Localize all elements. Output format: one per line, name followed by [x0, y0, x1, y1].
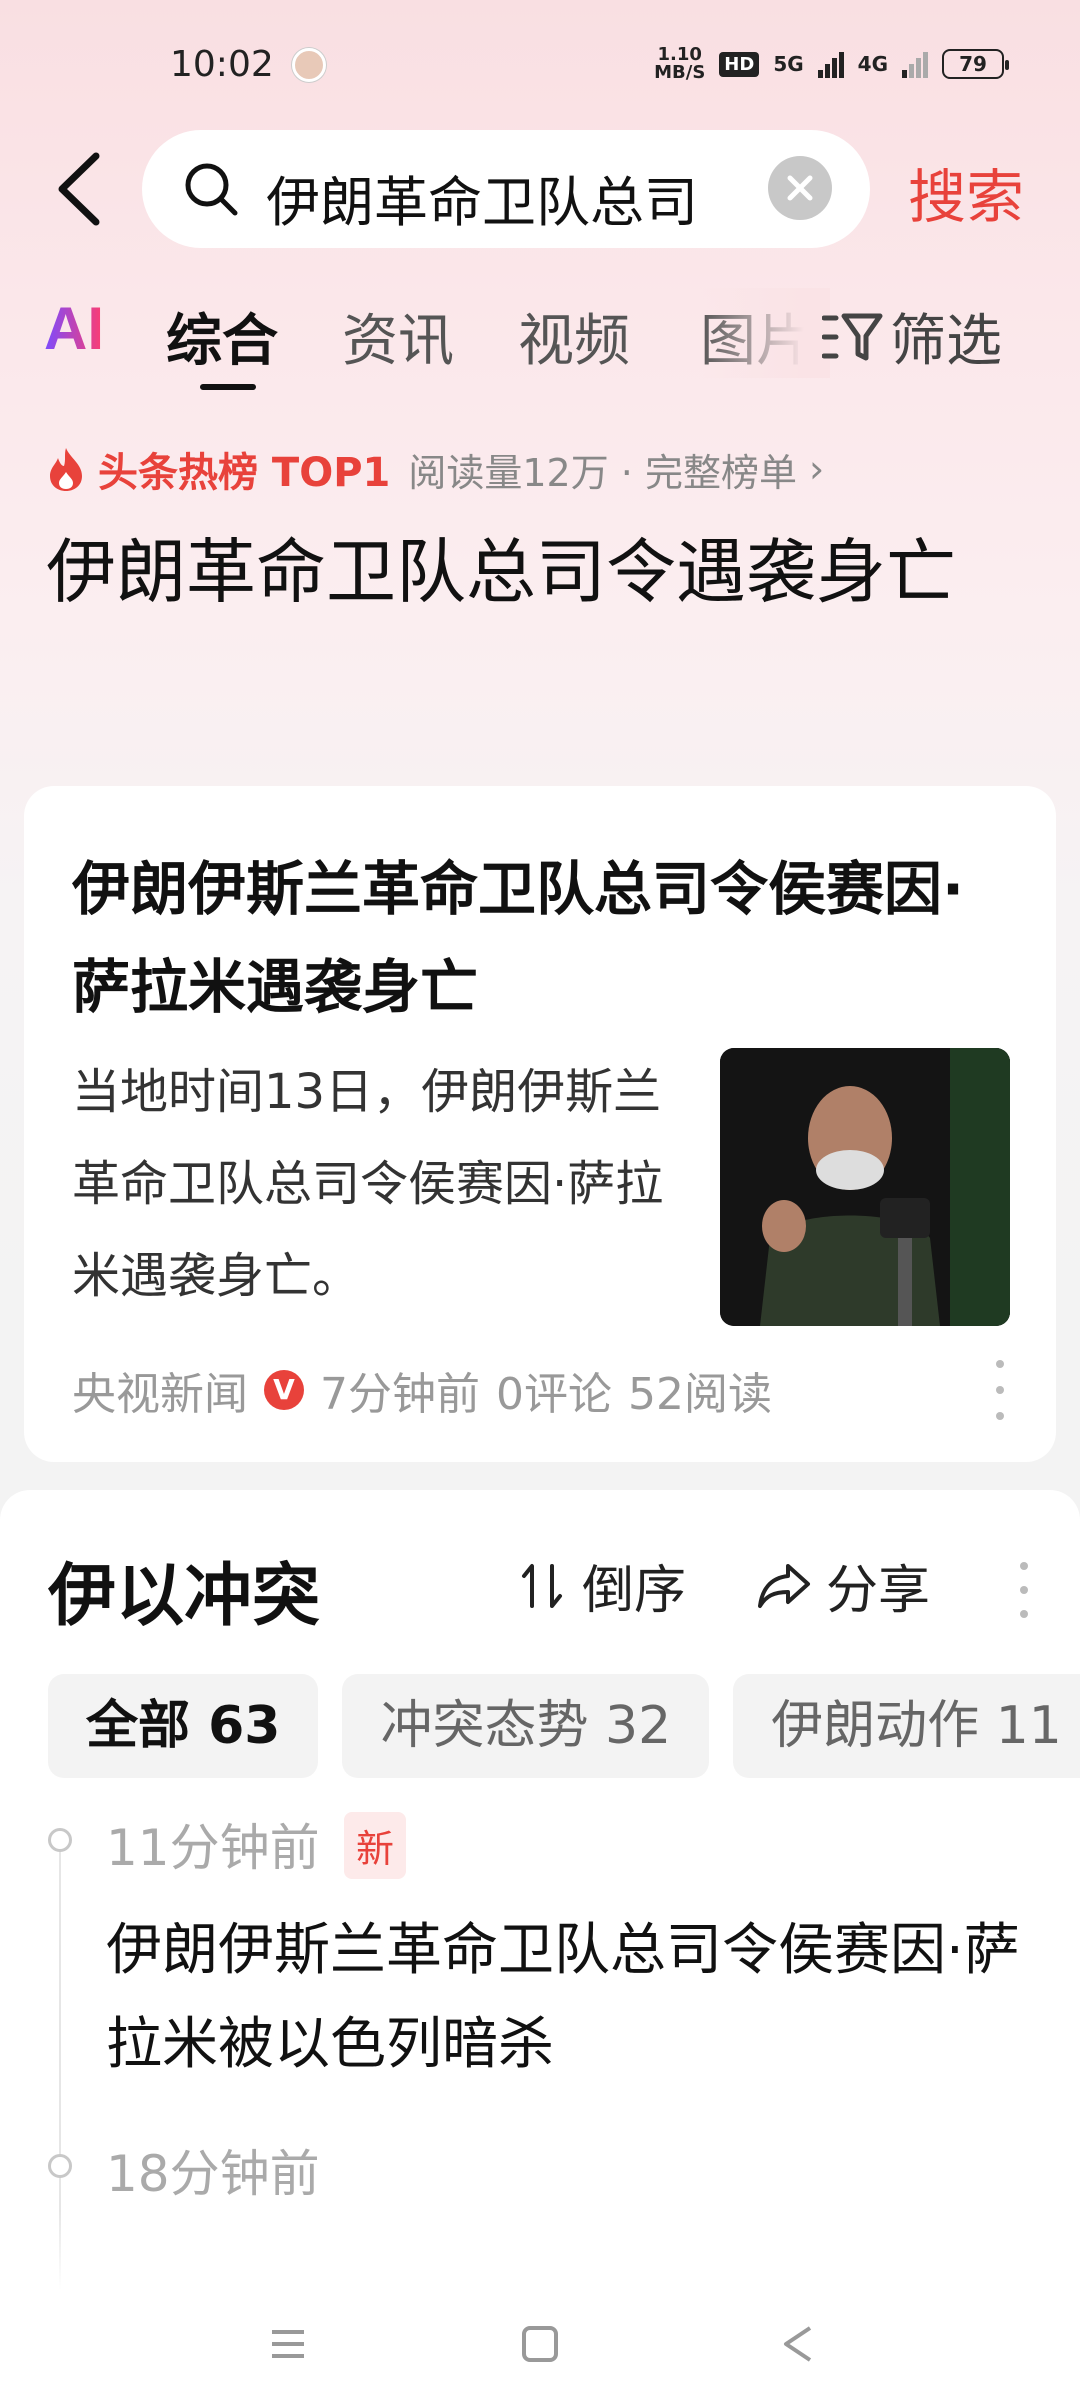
chip-iran-actions[interactable]: 伊朗动作 11: [733, 1674, 1080, 1778]
system-nav-bar: [0, 2290, 1080, 2400]
share-label: 分享: [826, 1561, 931, 1621]
signal-bars-icon: [817, 50, 844, 78]
timeline-time: 18分钟前: [106, 2145, 320, 2203]
hot-list-banner[interactable]: 头条热榜 TOP1 阅读量12万 · 完整榜单 ›: [46, 440, 824, 498]
hot-topic-title[interactable]: 伊朗革命卫队总司令遇袭身亡: [46, 520, 1026, 624]
home-icon: [522, 2326, 558, 2362]
news-reads: 52阅读: [628, 1369, 772, 1420]
sort-icon: [522, 1563, 562, 1608]
sort-button[interactable]: 倒序: [516, 1548, 686, 1623]
tab-video[interactable]: 视频: [518, 296, 630, 377]
news-thumbnail-image[interactable]: [720, 1048, 1010, 1326]
search-tabs: AI 综合 资讯 视频 图片 筛选: [0, 288, 1080, 398]
back-triangle-icon: [784, 2326, 812, 2362]
flame-icon: [50, 448, 82, 491]
filter-button[interactable]: 筛选: [822, 296, 1002, 377]
sort-label: 倒序: [582, 1561, 687, 1621]
status-indicators: 1.10 MB/S HD 5G 4G 79: [654, 44, 1009, 83]
network-speed: 1.10 MB/S: [654, 44, 706, 83]
chip-all[interactable]: 全部 63: [48, 1674, 319, 1778]
chip-conflict-situation[interactable]: 冲突态势 32: [342, 1674, 710, 1778]
scroll-fade: [0, 2210, 1080, 2290]
news-card[interactable]: 伊朗伊斯兰革命卫队总司令侯赛因·萨拉米遇袭身亡 当地时间13日，伊朗伊斯兰革命卫…: [24, 786, 1056, 1462]
topic-more-icon[interactable]: [1014, 1562, 1034, 1618]
signal-bars-icon: [902, 50, 928, 78]
active-tab-indicator: [200, 384, 256, 390]
hd-icon: HD: [719, 51, 760, 77]
search-submit-button[interactable]: 搜索: [908, 150, 1024, 234]
back-arrow-icon: [58, 152, 100, 226]
signal-5g-label: 5G: [773, 52, 804, 76]
search-input[interactable]: 伊朗革命卫队总司: [142, 130, 870, 248]
tab-comprehensive[interactable]: 综合: [166, 296, 278, 377]
news-meta: 央视新闻 V 7分钟前 0评论 52阅读: [72, 1358, 772, 1422]
share-icon: [758, 1563, 810, 1608]
chevron-right-icon: ›: [808, 447, 825, 491]
topic-title[interactable]: 伊以冲突: [48, 1540, 320, 1639]
tab-fade-overlay: [700, 288, 830, 378]
clear-search-button[interactable]: [768, 156, 832, 220]
topic-filter-chips: 全部 63 冲突态势 32 伊朗动作 11: [48, 1674, 1080, 1778]
status-time: 10:02: [170, 44, 274, 85]
signal-4g-label: 4G: [857, 52, 888, 76]
back-button[interactable]: [42, 144, 122, 234]
search-header: 伊朗革命卫队总司 搜索: [0, 130, 1080, 250]
new-badge: 新: [344, 1812, 407, 1879]
verified-icon: V: [264, 1370, 304, 1410]
timeline-text[interactable]: 伊朗伊斯兰革命卫队总司令侯赛因·萨拉米被以色列暗杀: [106, 1904, 1026, 2092]
filter-icon: [822, 313, 883, 360]
timeline-time: 11分钟前: [106, 1819, 320, 1877]
news-source[interactable]: 央视新闻: [72, 1358, 248, 1422]
news-comments: 0评论: [496, 1369, 612, 1420]
news-time: 7分钟前: [320, 1369, 480, 1420]
filter-label: 筛选: [890, 309, 1002, 374]
topic-card: 伊以冲突 倒序 分享 全部 63 冲突态势 32 伊朗动作 11 11分钟前 新…: [0, 1490, 1080, 2290]
search-icon: [185, 163, 238, 216]
battery-icon: 79: [942, 49, 1009, 79]
home-nav-button[interactable]: [510, 2314, 570, 2374]
search-query-text[interactable]: 伊朗革命卫队总司: [266, 158, 706, 237]
hot-list-badge: 头条热榜 TOP1: [98, 450, 391, 496]
share-button[interactable]: 分享: [756, 1548, 930, 1623]
tab-ai[interactable]: AI: [44, 294, 104, 363]
back-nav-button[interactable]: [768, 2314, 828, 2374]
menu-icon: [272, 2330, 304, 2358]
news-title[interactable]: 伊朗伊斯兰革命卫队总司令侯赛因·萨拉米遇袭身亡: [72, 840, 1012, 1036]
notification-avatar-icon: [292, 48, 326, 82]
tab-news[interactable]: 资讯: [342, 296, 454, 377]
menu-nav-button[interactable]: [258, 2314, 318, 2374]
timeline-dot-icon: [48, 1828, 72, 1852]
speaker-photo: [720, 1048, 1010, 1326]
hot-list-meta: 阅读量12万 · 完整榜单: [408, 450, 797, 495]
more-options-icon[interactable]: [990, 1360, 1010, 1420]
close-icon: [787, 175, 813, 201]
news-summary: 当地时间13日，伊朗伊斯兰革命卫队总司令侯赛因·萨拉米遇袭身亡。: [72, 1064, 664, 1304]
timeline-dot-icon: [48, 2154, 72, 2178]
status-bar: 10:02 1.10 MB/S HD 5G 4G 79: [0, 0, 1080, 130]
